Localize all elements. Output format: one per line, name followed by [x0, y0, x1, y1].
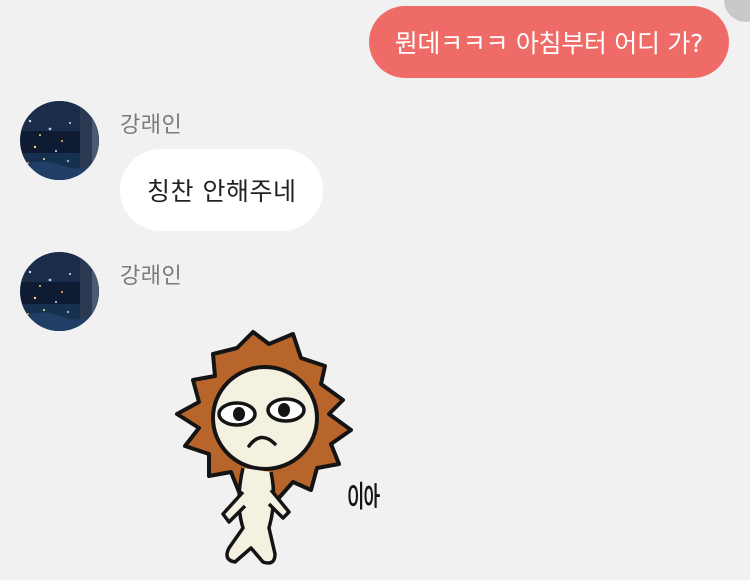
- message-text: 칭찬 안해주네: [147, 177, 297, 206]
- partial-avatar: [724, 0, 750, 22]
- sender-avatar[interactable]: [20, 252, 99, 331]
- sender-name: 강래인: [120, 264, 183, 289]
- night-sky-avatar-image: [20, 252, 99, 331]
- message-text: 뭔데ㅋㅋㅋ 아침부터 어디 가?: [394, 29, 704, 58]
- lion-character-drawing: 흥: [175, 330, 382, 565]
- outgoing-message-bubble[interactable]: 뭔데ㅋㅋㅋ 아침부터 어디 가?: [368, 6, 729, 78]
- sticker-text: 흥: [342, 480, 382, 511]
- lion-sticker[interactable]: 흥: [165, 322, 385, 572]
- night-sky-avatar-image: [20, 101, 99, 180]
- sender-name: 강래인: [120, 113, 183, 138]
- incoming-message-bubble[interactable]: 칭찬 안해주네: [120, 149, 324, 231]
- sender-avatar[interactable]: [20, 101, 99, 180]
